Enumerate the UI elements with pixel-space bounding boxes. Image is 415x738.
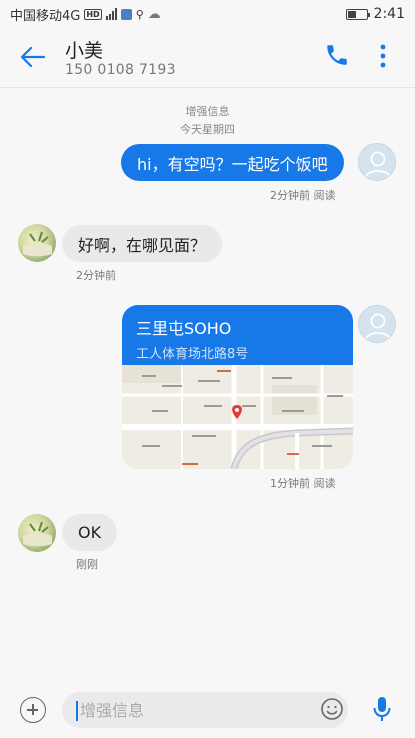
avatar-image <box>23 521 52 547</box>
message-meta: 1分钟前 阅读 <box>270 477 336 490</box>
person-icon <box>365 313 391 340</box>
text-caret <box>76 701 78 721</box>
avatar-image <box>23 231 52 257</box>
plus-icon[interactable] <box>20 697 46 723</box>
contact-name[interactable]: 小美 <box>65 36 103 63</box>
person-icon <box>365 151 391 178</box>
my-avatar <box>358 143 396 181</box>
notification-icon <box>120 8 132 20</box>
incoming-message[interactable]: OK <box>62 514 118 551</box>
location-address: 工人体育场北路8号 <box>136 347 249 362</box>
usb-icon: ⚲ <box>135 7 144 21</box>
back-arrow-icon[interactable] <box>18 42 48 72</box>
emoji-icon[interactable] <box>320 697 344 721</box>
conversation-header: 小美 150 0108 7193 <box>0 28 415 88</box>
contact-avatar[interactable] <box>18 514 56 552</box>
incoming-message[interactable]: 好啊，在哪见面？ <box>62 225 223 262</box>
location-card[interactable]: 三里屯SOHO 工人体育场北路8号 <box>122 305 353 469</box>
compose-bar <box>0 686 415 738</box>
carrier-label: 中国移动4G <box>10 8 81 24</box>
my-avatar <box>358 305 396 343</box>
outgoing-message[interactable]: hi，有空吗？一起吃个饭吧 <box>121 144 344 181</box>
map-preview[interactable] <box>122 365 353 469</box>
status-bar: 中国移动4G HD ⚲ ☁ 2:41 <box>0 0 415 28</box>
battery-icon <box>345 8 370 20</box>
message-meta: 2分钟前 <box>76 269 116 282</box>
phone-icon[interactable] <box>324 42 350 68</box>
contact-number: 150 0108 7193 <box>65 62 176 78</box>
hd-badge: HD <box>84 8 102 20</box>
signal-icon <box>105 8 117 20</box>
location-card-header: 三里屯SOHO 工人体育场北路8号 <box>122 305 353 365</box>
microphone-icon[interactable] <box>371 695 393 723</box>
message-meta: 2分钟前 阅读 <box>270 189 336 202</box>
system-label: 增强信息 <box>185 105 230 118</box>
map-image <box>122 365 353 469</box>
clock: 2:41 <box>373 6 405 22</box>
cloud-icon: ☁ <box>147 6 161 22</box>
contact-avatar[interactable] <box>18 224 56 262</box>
location-title: 三里屯SOHO <box>136 319 232 338</box>
more-vert-icon[interactable] <box>373 41 393 71</box>
message-meta: 刚刚 <box>76 558 98 571</box>
message-input[interactable] <box>62 692 348 728</box>
date-label: 今天星期四 <box>180 123 235 136</box>
